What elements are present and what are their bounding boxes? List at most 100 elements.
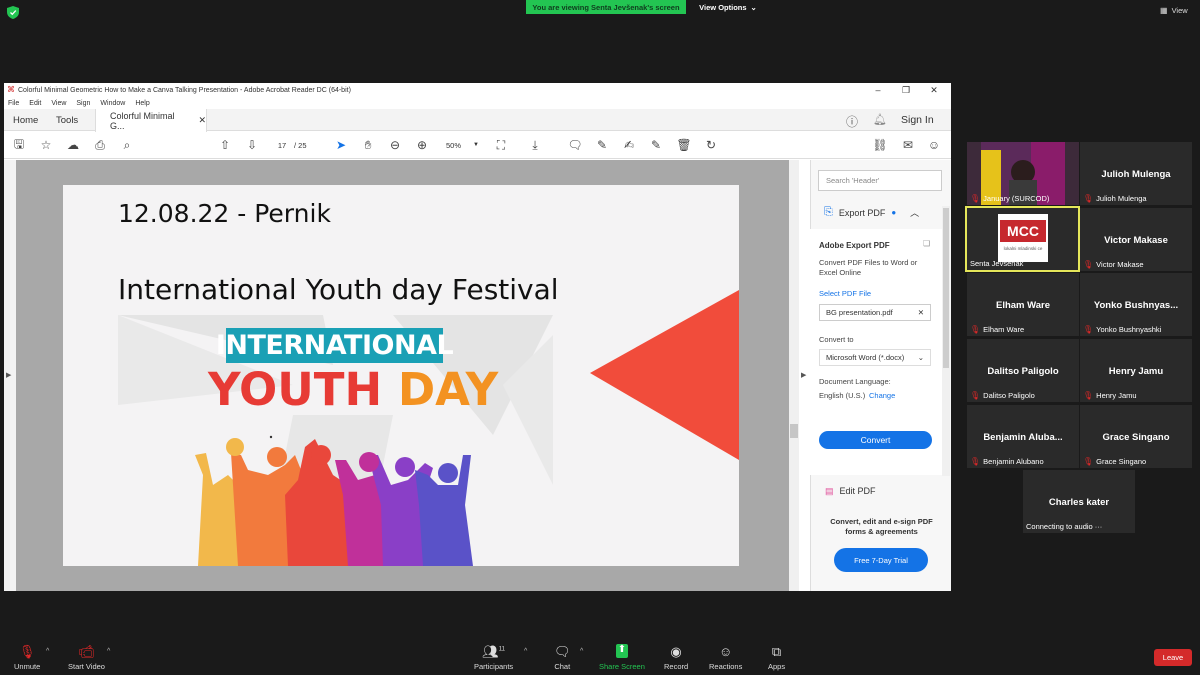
scroll-mode-icon[interactable]: ⤓	[526, 136, 544, 154]
record-button[interactable]: ◉ Record	[664, 644, 688, 671]
search-icon[interactable]: ⌕	[118, 136, 136, 154]
mic-muted-icon: 🎙︎	[1083, 325, 1094, 334]
close-tab-icon[interactable]: ✕	[198, 115, 206, 126]
reactions-button[interactable]: ☺ Reactions	[709, 644, 742, 671]
highlight-pen-icon[interactable]: ✎	[593, 136, 611, 154]
fit-page-icon[interactable]: ⛶	[492, 136, 510, 154]
record-label: Record	[664, 662, 689, 671]
youth-word: YOUTH	[208, 363, 383, 416]
zoom-out-icon[interactable]: ⊖	[386, 136, 404, 154]
delete-icon[interactable]: 🗑︎	[675, 136, 693, 154]
participant-tile-henry[interactable]: Henry Jamu 🎙︎ Henry Jamu	[1080, 339, 1192, 402]
view-button[interactable]: ▦ View	[1160, 6, 1188, 15]
stamp-icon[interactable]: ✎	[647, 136, 665, 154]
page-down-icon[interactable]: ⇩	[243, 136, 261, 154]
view-label: View	[1171, 6, 1188, 15]
participant-tile-victor[interactable]: Victor Makase 🎙︎ Victor Makase	[1080, 208, 1192, 271]
participant-tile-grace[interactable]: Grace Singano 🎙︎ Grace Singano	[1080, 405, 1192, 468]
security-shield-icon[interactable]	[7, 6, 19, 19]
view-options-button[interactable]: View Options ⌄	[694, 0, 762, 14]
collapse-right-pane-icon[interactable]: ▶	[801, 371, 806, 379]
participant-label-text: Henry Jamu	[1096, 391, 1137, 400]
export-pdf-header[interactable]: ⎘ Export PDF ● ︿	[824, 206, 919, 219]
tab-tools[interactable]: Tools	[56, 109, 78, 131]
participant-tile-dalitso[interactable]: Dalitso Paligolo 🎙︎ Dalitso Paligolo	[967, 339, 1079, 402]
share-link-icon[interactable]: ⛓︎	[871, 136, 889, 154]
mic-muted-icon: 🎙︎	[1083, 194, 1094, 203]
zoom-select[interactable]: 50% ▼	[442, 138, 482, 152]
participant-tile-benjamin[interactable]: Benjamin Aluba... 🎙︎ Benjamin Alubano	[967, 405, 1079, 468]
convert-to-label: Convert to	[819, 335, 854, 344]
zoom-in-icon[interactable]: ⊕	[413, 136, 431, 154]
document-scrollbar-thumb[interactable]	[790, 424, 798, 438]
page-up-icon[interactable]: ⇧	[216, 136, 234, 154]
comment-icon[interactable]: 🗨︎	[566, 136, 584, 154]
clear-icon[interactable]: ✕	[918, 308, 924, 317]
account-icon[interactable]: ☺	[925, 136, 943, 154]
rotate-icon[interactable]: ↻	[702, 136, 720, 154]
participant-tile-senta[interactable]: MCC lokalni mladinski ce Senta Jevšenak	[965, 206, 1080, 272]
participant-tile-charles[interactable]: Charles kater Connecting to audio ···	[1023, 470, 1135, 533]
video-options-caret-icon[interactable]: ^	[107, 648, 110, 655]
audio-options-caret-icon[interactable]: ^	[46, 648, 49, 655]
participant-tile-elham[interactable]: Elham Ware 🎙︎ Elham Ware	[967, 273, 1079, 336]
participants-caret-icon[interactable]: ^	[524, 648, 527, 655]
menu-sign[interactable]: Sign	[76, 100, 90, 107]
email-icon[interactable]: ✉	[899, 136, 917, 154]
edit-pdf-item[interactable]: ▤ Edit PDF	[825, 486, 876, 497]
sign-in-button[interactable]: Sign In	[901, 114, 934, 126]
format-select[interactable]: Microsoft Word (*.docx) ⌄	[819, 349, 931, 366]
star-icon[interactable]: ☆	[37, 136, 55, 154]
bell-icon[interactable]: 🔔︎	[873, 113, 887, 126]
menu-help[interactable]: Help	[135, 100, 149, 107]
free-trial-button[interactable]: Free 7-Day Trial	[834, 548, 928, 572]
viewing-screen-banner: You are viewing Senta Jevšenak's screen	[526, 0, 686, 14]
chat-caret-icon[interactable]: ^	[580, 648, 583, 655]
participant-tile-yonko[interactable]: Yonko Bushnyas... 🎙︎ Yonko Bushnyashki	[1080, 273, 1192, 336]
edit-pdf-label: Edit PDF	[839, 486, 876, 496]
convert-button[interactable]: Convert	[819, 431, 932, 449]
tab-home[interactable]: Home	[13, 109, 38, 131]
change-language-link[interactable]: Change	[869, 391, 895, 400]
participant-label-text: Connecting to audio ···	[1026, 522, 1103, 531]
document-scrollbar[interactable]	[789, 160, 799, 591]
mic-muted-icon: 🎙︎	[970, 194, 981, 203]
apps-button[interactable]: ⧉ Apps	[768, 644, 785, 671]
print-icon[interactable]: ⎙	[91, 136, 109, 154]
unmute-button[interactable]: 🎙︎ Unmute	[14, 644, 40, 671]
apps-label: Apps	[768, 662, 786, 671]
close-icon[interactable]: ✕	[921, 83, 947, 97]
select-file-link[interactable]: Select PDF File	[819, 289, 871, 298]
participant-label: 🎙︎ Yonko Bushnyashki	[1083, 325, 1161, 334]
slide-youth-day: YOUTH DAY	[208, 363, 498, 416]
mic-muted-icon: 🎙︎	[970, 457, 981, 466]
chat-button[interactable]: 🗨︎ Chat	[554, 644, 571, 671]
cloud-upload-icon[interactable]: ☁	[64, 136, 82, 154]
export-desc: Convert PDF Files to Word or Excel Onlin…	[819, 258, 918, 277]
participant-tile-julioh[interactable]: Julioh Mulenga 🎙︎ Julioh Mulenga	[1080, 142, 1192, 205]
panel-scrollbar-thumb[interactable]	[943, 208, 949, 368]
participant-tile-january[interactable]: 🎙︎ January (SURCOD)	[967, 142, 1079, 205]
share-screen-button[interactable]: ⬆ Share Screen	[599, 644, 645, 671]
menu-window[interactable]: Window	[100, 100, 125, 107]
help-icon[interactable]: ⓘ	[846, 113, 858, 130]
page-number-input[interactable]: 17	[272, 138, 292, 152]
leave-button[interactable]: Leave	[1154, 649, 1192, 666]
participants-button[interactable]: 👥︎11 Participants	[474, 644, 513, 671]
panel-search-input[interactable]: Search 'Header'	[818, 170, 942, 191]
menu-edit[interactable]: Edit	[29, 100, 41, 107]
file-name-field[interactable]: BG presentation.pdf ✕	[819, 304, 931, 321]
save-icon[interactable]: 🖫	[10, 136, 28, 154]
maximize-icon[interactable]: ❐	[893, 83, 919, 97]
tab-document[interactable]: Colorful Minimal G... ✕	[95, 109, 207, 132]
menu-view[interactable]: View	[51, 100, 66, 107]
menu-file[interactable]: File	[8, 100, 19, 107]
select-cursor-icon[interactable]: ➤	[332, 136, 350, 154]
start-video-button[interactable]: 📹︎ Start Video	[68, 644, 105, 671]
mic-muted-icon: 🎙︎	[1083, 457, 1094, 466]
hand-icon[interactable]: ✋︎	[359, 136, 377, 154]
fill-sign-icon[interactable]: ✍︎	[620, 136, 638, 154]
expand-left-pane-icon[interactable]: ▶	[6, 371, 11, 379]
chevron-up-icon[interactable]: ︿	[910, 206, 919, 219]
minimize-icon[interactable]: –	[865, 83, 891, 97]
